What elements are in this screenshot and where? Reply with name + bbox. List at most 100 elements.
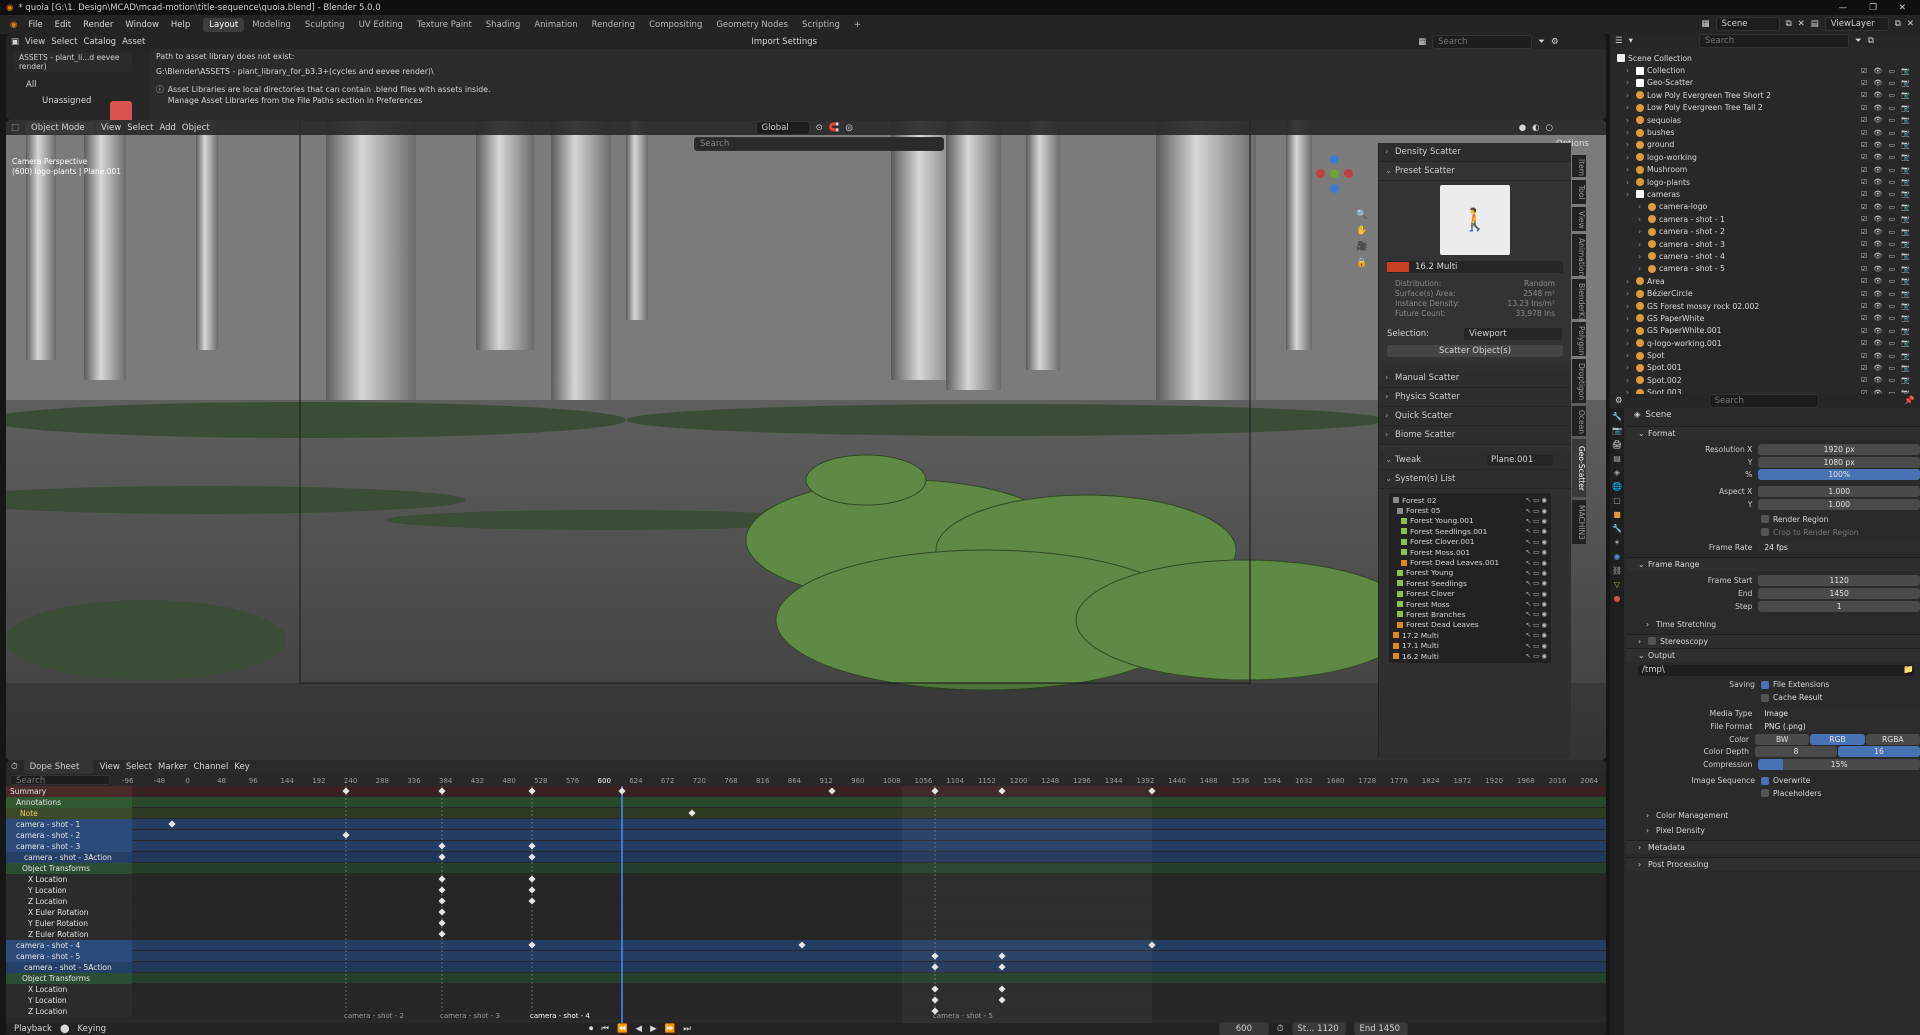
channel-row[interactable]: camera - shot - 5 <box>6 951 132 962</box>
system-visibility-icon[interactable]: ↖ ▭ ◉ <box>1526 590 1547 598</box>
zoom-icon[interactable]: 🔍 <box>1356 210 1367 220</box>
channel-search-input[interactable]: Search <box>10 775 110 786</box>
asset-library-dropdown[interactable]: ASSETS - plant_li...d eevee render) <box>14 52 132 72</box>
tab-sculpting[interactable]: Sculpting <box>299 18 351 32</box>
output-tab-icon[interactable]: 🖨 <box>1612 440 1622 449</box>
outliner-item[interactable]: › camera - shot - 3 ☑ 👁 ▭ 📷 <box>1610 238 1920 250</box>
visibility-toggles[interactable]: ☑ 👁 ▭ 📷 <box>1861 91 1920 99</box>
outliner-item[interactable]: › GS PaperWhite ☑ 👁 ▭ 📷 <box>1610 312 1920 324</box>
expand-icon[interactable]: › <box>1626 339 1633 348</box>
sidebar-tab-item[interactable]: Item <box>1572 155 1586 177</box>
expand-icon[interactable]: › <box>1626 66 1633 75</box>
system-visibility-icon[interactable]: ↖ ▭ ◉ <box>1526 527 1547 535</box>
visibility-toggles[interactable]: ☑ 👁 ▭ 📷 <box>1861 203 1920 211</box>
menu-edit[interactable]: Edit <box>50 18 76 32</box>
viewport-search-input[interactable]: Search <box>694 137 944 151</box>
outliner-item[interactable]: › Low Poly Evergreen Tree Tall 2 ☑ 👁 ▭ 📷 <box>1610 102 1920 114</box>
channel-row[interactable]: camera - shot - 4 <box>6 940 132 951</box>
visibility-toggles[interactable]: ☑ 👁 ▭ 📷 <box>1861 116 1920 124</box>
pivot-icon[interactable]: ⊙ <box>816 123 823 133</box>
system-list-item[interactable]: Forest Clover.001 ↖ ▭ ◉ <box>1393 537 1547 547</box>
expand-icon[interactable]: › <box>1626 78 1633 87</box>
viewport-menu-view[interactable]: View <box>101 123 121 133</box>
blender-menu-icon[interactable]: ◉ <box>6 20 21 30</box>
keyframe-row[interactable] <box>132 973 1606 983</box>
sidebar-tab-ocean[interactable]: Ocean <box>1572 406 1586 436</box>
file-format-dropdown[interactable]: PNG (.png) <box>1758 720 1920 732</box>
channel-row[interactable]: camera - shot - 2 <box>6 830 132 841</box>
next-key-icon[interactable]: ⏩ <box>665 1024 676 1034</box>
close-icon[interactable]: ✕ <box>1899 3 1906 13</box>
visibility-toggles[interactable]: ☑ 👁 ▭ 📷 <box>1861 252 1920 260</box>
keyframe-row[interactable] <box>132 874 1606 884</box>
preset-scatter-section[interactable]: ⌄ Preset Scatter <box>1379 162 1571 181</box>
frame-end-field[interactable]: 1450 <box>1758 588 1920 600</box>
outliner-item[interactable]: › q-logo-working.001 ☑ 👁 ▭ 📷 <box>1610 337 1920 349</box>
tab-layout[interactable]: Layout <box>203 17 245 32</box>
visibility-toggles[interactable]: ☑ 👁 ▭ 📷 <box>1861 104 1920 112</box>
channel-row[interactable]: Annotations <box>6 797 132 808</box>
viewport-menu-select[interactable]: Select <box>127 123 153 133</box>
dope-menu-view[interactable]: View <box>100 762 120 772</box>
preset-thumbnail[interactable]: 🚶 <box>1440 185 1510 255</box>
tab-scripting[interactable]: Scripting <box>796 18 846 32</box>
system-visibility-icon[interactable]: ↖ ▭ ◉ <box>1526 548 1547 556</box>
stereoscopy-checkbox[interactable] <box>1648 637 1656 646</box>
delete-view-layer-icon[interactable]: ✕ <box>1907 19 1914 29</box>
sidebar-tab-machin3[interactable]: MACHIN3 <box>1572 500 1586 544</box>
mode-selector[interactable]: Object Mode <box>25 120 96 135</box>
expand-icon[interactable]: › <box>1626 178 1633 187</box>
visibility-toggles[interactable]: ☑ 👁 ▭ 📷 <box>1861 376 1920 384</box>
outliner-item[interactable]: › logo-working ☑ 👁 ▭ 📷 <box>1610 151 1920 163</box>
system-visibility-icon[interactable]: ↖ ▭ ◉ <box>1526 559 1547 567</box>
expand-icon[interactable]: › <box>1626 351 1633 360</box>
settings-gear-icon[interactable]: ⚙ <box>1551 37 1559 47</box>
keyframe-row[interactable] <box>132 929 1606 939</box>
media-type-dropdown[interactable]: Image <box>1758 708 1920 720</box>
render-tab-icon[interactable]: 📷 <box>1612 426 1622 435</box>
play-reverse-icon[interactable]: ◀ <box>636 1024 643 1034</box>
editor-type-icon[interactable]: ⚙ <box>1615 396 1623 406</box>
system-list-item[interactable]: Forest Seedlings.001 ↖ ▭ ◉ <box>1393 526 1547 536</box>
sidebar-tab-blenderkit[interactable]: BlenderKit <box>1572 279 1586 322</box>
view-layer-tab-icon[interactable]: ▤ <box>1613 454 1621 463</box>
channel-row[interactable]: X Location <box>6 874 132 885</box>
keying-menu[interactable]: Keying <box>77 1024 106 1034</box>
object-tab-icon[interactable]: ■ <box>1613 510 1621 519</box>
compression-slider[interactable]: 15% <box>1758 759 1920 771</box>
tab-compositing[interactable]: Compositing <box>643 18 708 32</box>
keyframe-row[interactable] <box>132 841 1606 851</box>
material-tab-icon[interactable]: ● <box>1614 594 1621 603</box>
metadata-panel-header[interactable]: › Metadata <box>1626 840 1920 855</box>
visibility-toggles[interactable]: ☑ 👁 ▭ 📷 <box>1861 339 1920 347</box>
system-visibility-icon[interactable]: ↖ ▭ ◉ <box>1526 621 1547 629</box>
format-panel-header[interactable]: ⌄ Format <box>1626 426 1920 440</box>
shading-material-icon[interactable]: ◐ <box>1532 123 1539 133</box>
dope-menu-marker[interactable]: Marker <box>158 762 187 772</box>
keyframe-area[interactable]: camera - shot - 2 camera - shot - 3 camera… <box>132 786 1606 1023</box>
system-visibility-icon[interactable]: ↖ ▭ ◉ <box>1526 507 1547 515</box>
color-management-subpanel[interactable]: › Color Management <box>1626 809 1920 822</box>
keyframe-row[interactable] <box>132 830 1606 840</box>
frame-start-field[interactable]: 1120 <box>1758 575 1920 587</box>
navigation-gizmo[interactable] <box>1316 155 1356 205</box>
visibility-toggles[interactable]: ☑ 👁 ▭ 📷 <box>1861 240 1920 248</box>
expand-icon[interactable]: › <box>1626 103 1633 112</box>
channel-row[interactable]: camera - shot - 3 <box>6 841 132 852</box>
system-list-item[interactable]: Forest Dead Leaves ↖ ▭ ◉ <box>1393 620 1547 630</box>
expand-icon[interactable]: › <box>1626 302 1633 311</box>
dope-sheet-mode-dropdown[interactable]: Dope Sheet <box>23 760 94 774</box>
visibility-toggles[interactable]: ☑ 👁 ▭ 📷 <box>1861 129 1920 137</box>
outliner-item[interactable]: › camera - shot - 1 ☑ 👁 ▭ 📷 <box>1610 213 1920 225</box>
tweak-object-field[interactable]: Plane.001 <box>1485 453 1555 467</box>
maximize-icon[interactable]: ❐ <box>1869 3 1877 13</box>
outliner-search-input[interactable]: Search <box>1698 34 1849 48</box>
resolution-percent-field[interactable]: 100% <box>1758 469 1920 481</box>
system-visibility-icon[interactable]: ↖ ▭ ◉ <box>1526 517 1547 525</box>
tab-modeling[interactable]: Modeling <box>246 18 297 32</box>
expand-icon[interactable]: › <box>1638 215 1645 224</box>
system-visibility-icon[interactable]: ↖ ▭ ◉ <box>1526 631 1547 639</box>
channel-row[interactable]: X Euler Rotation <box>6 907 132 918</box>
physics-tab-icon[interactable]: ◉ <box>1614 552 1621 561</box>
asset-menu-view[interactable]: View <box>25 37 45 47</box>
